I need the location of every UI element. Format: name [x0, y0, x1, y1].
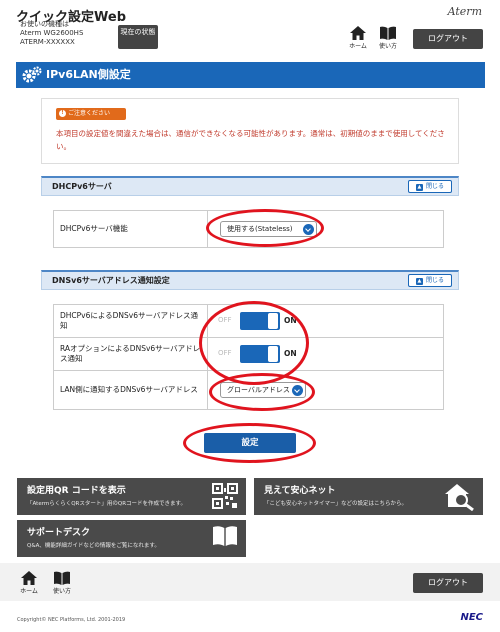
device-model: Aterm WG2600HS: [20, 29, 84, 37]
dhcpv6-function-value: 使用する(Stateless): [227, 225, 293, 233]
logout-button[interactable]: ログアウト: [413, 29, 483, 49]
dnsv6-close-label: 閉じる: [425, 277, 444, 284]
caution-text: 本項目の設定値を間違えた場合は、通信ができなくなる可能性があります。通常は、初期…: [56, 129, 445, 151]
copyright: Copyright© NEC Platforms, Ltd. 2001-2019: [17, 617, 126, 623]
dnsv6-lan-value: グローバルアドレス: [227, 386, 290, 394]
book-icon: [213, 526, 237, 546]
chevron-down-icon: [303, 224, 314, 235]
dnsv6-dhcp-cell: OFF ON: [208, 305, 443, 337]
home-icon: [21, 571, 37, 585]
toggle-off-label: OFF: [218, 316, 232, 324]
dnsv6-lan-cell: グローバルアドレス: [208, 371, 443, 409]
dhcpv6-section-header: DHCPv6サーバ ▲ 閉じる: [41, 176, 459, 196]
header: クイック設定Web お使いの機種は Aterm WG2600HS ATERM-X…: [0, 0, 500, 58]
dhcpv6-function-select[interactable]: 使用する(Stateless): [220, 221, 317, 237]
toggle-on-label: ON: [284, 316, 297, 325]
house-search-icon: [445, 484, 474, 511]
gear-icon: [22, 66, 42, 83]
dhcpv6-close-label: 閉じる: [425, 183, 444, 190]
dhcpv6-function-cell: 使用する(Stateless): [208, 211, 443, 247]
page-title-text: IPv6LAN側設定: [46, 68, 131, 81]
dnsv6-close-button[interactable]: ▲ 閉じる: [408, 274, 452, 287]
caution-box: ご注意ください 本項目の設定値を間違えた場合は、通信ができなくなる可能性がありま…: [41, 98, 459, 164]
home-icon: [350, 26, 366, 40]
dhcpv6-close-button[interactable]: ▲ 閉じる: [408, 180, 452, 193]
chevron-down-icon: [292, 385, 303, 396]
book-icon: [54, 571, 70, 585]
logout-button-bottom[interactable]: ログアウト: [413, 573, 483, 593]
support-card-title: サポートデスク: [27, 528, 91, 538]
brand-logo: Aterm: [447, 5, 482, 18]
dnsv6-dhcp-label: DHCPv6によるDNSv6サーバアドレス通知: [54, 305, 208, 337]
bottom-bar: ホーム 使い方 ログアウト: [0, 563, 500, 601]
home-label: ホーム: [349, 43, 367, 50]
chevron-up-icon: ▲: [415, 278, 423, 285]
nec-logo: NEC: [460, 612, 483, 623]
chevron-up-icon: ▲: [415, 184, 423, 191]
dhcpv6-function-row: DHCPv6サーバ機能 使用する(Stateless): [54, 211, 443, 247]
dnsv6-dhcp-toggle[interactable]: OFF ON: [218, 312, 297, 330]
dnsv6-section-header: DNSv6サーバアドレス通知設定 ▲ 閉じる: [41, 270, 459, 290]
current-status-button[interactable]: 現在の状態: [118, 25, 158, 49]
dhcpv6-section-title: DHCPv6サーバ: [52, 182, 112, 191]
qr-code-icon: [212, 483, 238, 509]
support-card-sub: Q&A、機能詳細ガイドなどの情報をご覧になれます。: [27, 543, 160, 549]
toggle-on-label: ON: [284, 349, 297, 358]
dnsv6-ra-cell: OFF ON: [208, 338, 443, 370]
dnsv6-ra-label: RAオプションによるDNSv6サーバアドレス通知: [54, 338, 208, 370]
dhcpv6-function-label: DHCPv6サーバ機能: [54, 211, 208, 247]
help-link[interactable]: 使い方: [375, 26, 401, 50]
toggle-off-label: OFF: [218, 349, 232, 357]
page-title: IPv6LAN側設定: [16, 62, 485, 88]
device-label: お使いの機種は: [20, 20, 69, 28]
home-label: ホーム: [20, 588, 38, 595]
qr-card-title: 設定用QR コードを表示: [27, 486, 126, 496]
device-id: ATERM-XXXXXX: [20, 38, 75, 46]
qr-code-card[interactable]: 設定用QR コードを表示 「AtermらくらくQRスタート」用のQRコードを作成…: [17, 478, 246, 515]
help-label: 使い方: [378, 43, 397, 50]
device-info: お使いの機種は Aterm WG2600HS ATERM-XXXXXX: [20, 20, 83, 47]
qr-card-sub: 「AtermらくらくQRスタート」用のQRコードを作成できます。: [27, 501, 186, 507]
dnsv6-dhcp-row: DHCPv6によるDNSv6サーバアドレス通知 OFF ON: [54, 305, 443, 338]
dnsv6-lan-label: LAN側に通知するDNSv6サーバアドレス: [54, 371, 208, 409]
home-link-bottom[interactable]: ホーム: [16, 571, 42, 595]
dnsv6-ra-row: RAオプションによるDNSv6サーバアドレス通知 OFF ON: [54, 338, 443, 371]
safe-card-title: 見えて安心ネット: [264, 486, 336, 496]
toggle-knob: [268, 313, 278, 329]
help-label: 使い方: [52, 588, 71, 595]
dnsv6-section-title: DNSv6サーバアドレス通知設定: [52, 276, 170, 285]
support-desk-card[interactable]: サポートデスク Q&A、機能詳細ガイドなどの情報をご覧になれます。: [17, 520, 246, 557]
safe-card-sub: 「こども安心ネットタイマー」などの設定はこちらから。: [264, 501, 408, 507]
home-link[interactable]: ホーム: [345, 26, 371, 50]
mieteanshin-card[interactable]: 見えて安心ネット 「こども安心ネットタイマー」などの設定はこちらから。: [254, 478, 483, 515]
dhcpv6-table: DHCPv6サーバ機能 使用する(Stateless): [53, 210, 444, 248]
help-link-bottom[interactable]: 使い方: [49, 571, 75, 595]
dnsv6-ra-toggle[interactable]: OFF ON: [218, 345, 297, 363]
dnsv6-table: DHCPv6によるDNSv6サーバアドレス通知 OFF ON RAオプションによ…: [53, 304, 444, 410]
dnsv6-lan-select[interactable]: グローバルアドレス: [220, 382, 306, 398]
book-icon: [380, 26, 396, 40]
caution-tag: ご注意ください: [56, 108, 126, 120]
toggle-knob: [268, 346, 278, 362]
dnsv6-lan-row: LAN側に通知するDNSv6サーバアドレス グローバルアドレス: [54, 371, 443, 409]
apply-button[interactable]: 設定: [204, 433, 296, 453]
